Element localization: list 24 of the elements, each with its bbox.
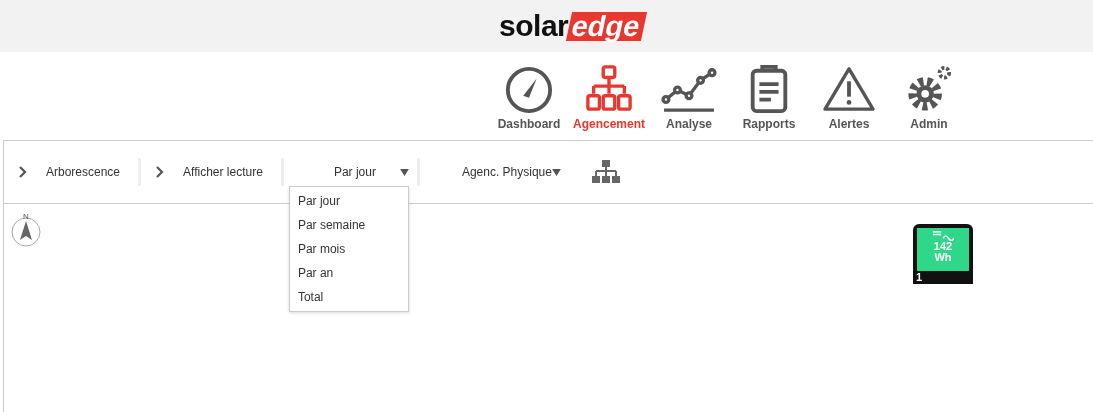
chevron-icon: [19, 166, 27, 178]
nav-tab[interactable]: Dashboard: [489, 65, 569, 140]
caret-icon: [399, 168, 409, 176]
period-dropdown[interactable]: Par jour: [283, 157, 417, 187]
nav-tab[interactable]: Alertes: [809, 65, 889, 140]
nav-tab[interactable]: Rapports: [729, 65, 809, 140]
expander-button[interactable]: Afficher lecture: [141, 157, 281, 187]
menu-option[interactable]: Par mois: [289, 237, 408, 261]
chevron-icon: [156, 166, 165, 178]
nav-tab[interactable]: Analyse: [649, 65, 729, 140]
inverter-tile[interactable]: 142 Wh 1: [913, 224, 973, 284]
nav-tab[interactable]: Agencement: [569, 65, 649, 140]
menu-option[interactable]: Par semaine: [289, 213, 408, 237]
menu-option[interactable]: Par an: [289, 261, 408, 285]
expander-button[interactable]: Arborescence: [4, 157, 139, 187]
line-chart-icon: [660, 65, 718, 113]
hierarchy-button[interactable]: [590, 160, 621, 184]
dc-ac-icon: [932, 230, 954, 241]
period-dropdown[interactable]: Agenc. Physique: [419, 157, 569, 187]
nav-tab[interactable]: Admin: [889, 65, 969, 140]
menu-option[interactable]: Par jour: [289, 189, 408, 213]
menu-option[interactable]: Total: [289, 285, 408, 309]
caret-icon: [551, 168, 561, 176]
warning-icon: [820, 65, 878, 113]
